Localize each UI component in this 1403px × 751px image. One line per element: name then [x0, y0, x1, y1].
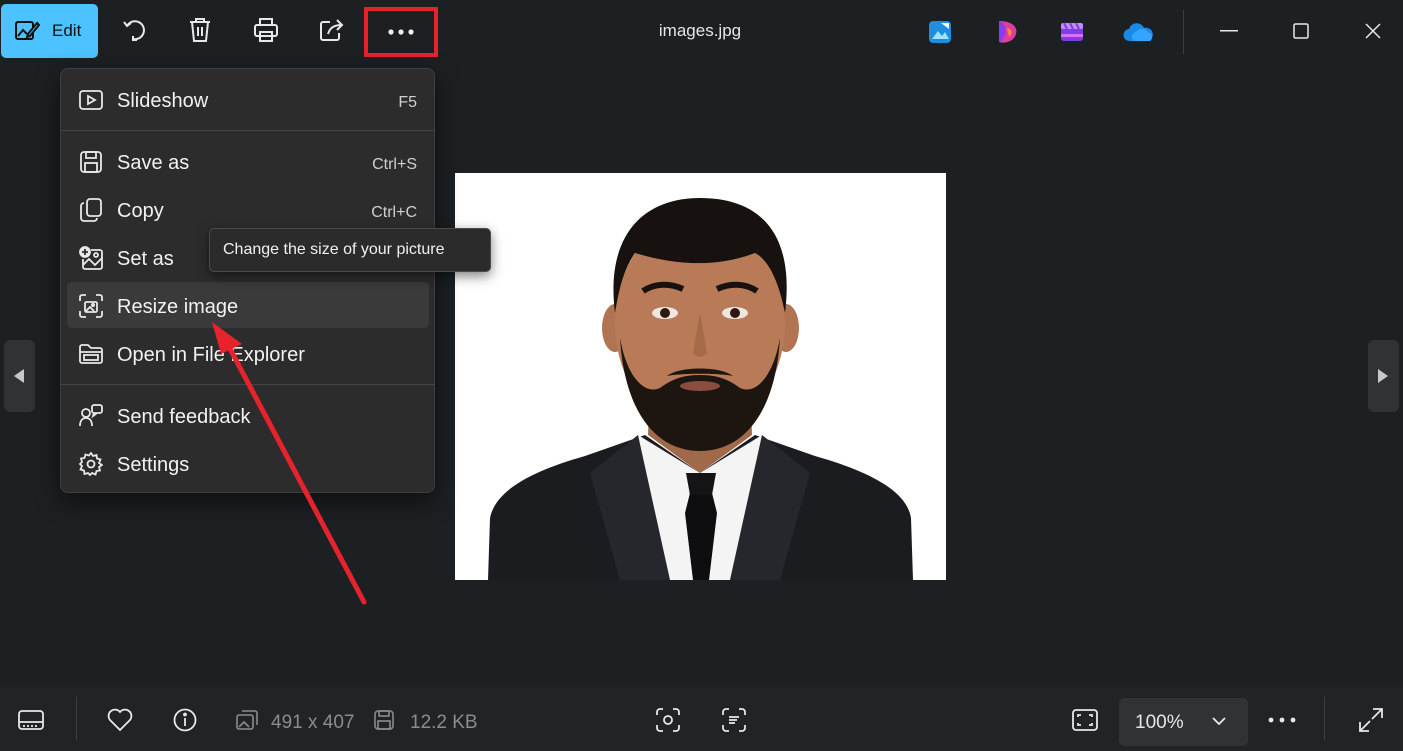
- fit-to-window-icon[interactable]: [1071, 707, 1099, 733]
- close-icon[interactable]: [1353, 14, 1393, 48]
- designer-app-icon[interactable]: [924, 16, 956, 48]
- more-options-button[interactable]: [364, 7, 438, 57]
- next-image-button[interactable]: [1368, 340, 1399, 412]
- delete-icon[interactable]: [185, 14, 215, 46]
- status-bar: 491 x 407 12.2 KB 100%: [0, 687, 1403, 751]
- menu-item-resize-image[interactable]: Resize image: [67, 282, 429, 328]
- edit-label: Edit: [52, 21, 82, 40]
- previous-image-button[interactable]: [4, 340, 35, 412]
- copy-icon: [78, 197, 104, 223]
- full-screen-icon[interactable]: [1357, 707, 1385, 733]
- chevron-right-icon: [1378, 369, 1388, 383]
- photo-canvas: [455, 173, 946, 580]
- save-icon: [78, 149, 104, 175]
- title-bar: Edit images.jpg: [0, 0, 1403, 62]
- resize-image-icon: [78, 293, 104, 319]
- zoom-dropdown[interactable]: 100%: [1119, 698, 1248, 746]
- print-icon[interactable]: [251, 14, 281, 46]
- more-options-menu: Slideshow F5 Save as Ctrl+S Copy Ctrl+C …: [60, 68, 435, 493]
- more-options-bottom-icon[interactable]: [1268, 707, 1296, 733]
- clipchamp-app-icon[interactable]: [991, 16, 1023, 48]
- video-editor-app-icon[interactable]: [1056, 16, 1088, 48]
- menu-separator: [61, 130, 434, 131]
- visual-search-icon[interactable]: [654, 707, 682, 733]
- menu-item-send-feedback[interactable]: Send feedback: [67, 392, 429, 438]
- menu-item-slideshow[interactable]: Slideshow F5: [67, 76, 429, 122]
- status-divider: [76, 697, 77, 741]
- status-divider: [1324, 697, 1325, 741]
- toolbar-divider: [1183, 10, 1184, 54]
- tooltip: Change the size of your picture: [209, 228, 491, 272]
- dimensions-icon: [233, 707, 261, 733]
- file-size: 12.2 KB: [410, 712, 478, 733]
- text-extract-icon[interactable]: [720, 707, 748, 733]
- info-icon[interactable]: [171, 707, 199, 733]
- favorite-heart-icon[interactable]: [106, 707, 134, 733]
- zoom-level: 100%: [1135, 712, 1184, 733]
- image-dimensions: 491 x 407: [271, 712, 355, 733]
- maximize-icon[interactable]: [1281, 14, 1321, 48]
- edit-image-icon: [14, 18, 41, 49]
- menu-item-open-in-file-explorer[interactable]: Open in File Explorer: [67, 330, 429, 376]
- set-as-icon: [78, 245, 104, 271]
- chevron-left-icon: [14, 369, 24, 383]
- window-title: images.jpg: [658, 21, 742, 40]
- menu-separator: [61, 384, 434, 385]
- feedback-icon: [78, 403, 104, 429]
- edit-button[interactable]: Edit: [1, 4, 98, 58]
- file-size-icon: [370, 707, 398, 733]
- folder-icon: [78, 341, 104, 367]
- minimize-icon[interactable]: [1209, 14, 1249, 48]
- slideshow-icon: [78, 87, 104, 113]
- filmstrip-icon[interactable]: [17, 707, 45, 733]
- gear-icon: [78, 451, 104, 477]
- menu-item-settings[interactable]: Settings: [67, 440, 429, 486]
- menu-item-copy[interactable]: Copy Ctrl+C: [67, 186, 429, 232]
- rotate-icon[interactable]: [120, 14, 150, 46]
- share-icon[interactable]: [317, 14, 347, 46]
- chevron-down-icon: [1212, 717, 1226, 725]
- portrait-image: [455, 173, 946, 580]
- more-dots-icon: [388, 29, 414, 35]
- menu-item-save-as[interactable]: Save as Ctrl+S: [67, 138, 429, 184]
- onedrive-icon[interactable]: [1122, 16, 1154, 48]
